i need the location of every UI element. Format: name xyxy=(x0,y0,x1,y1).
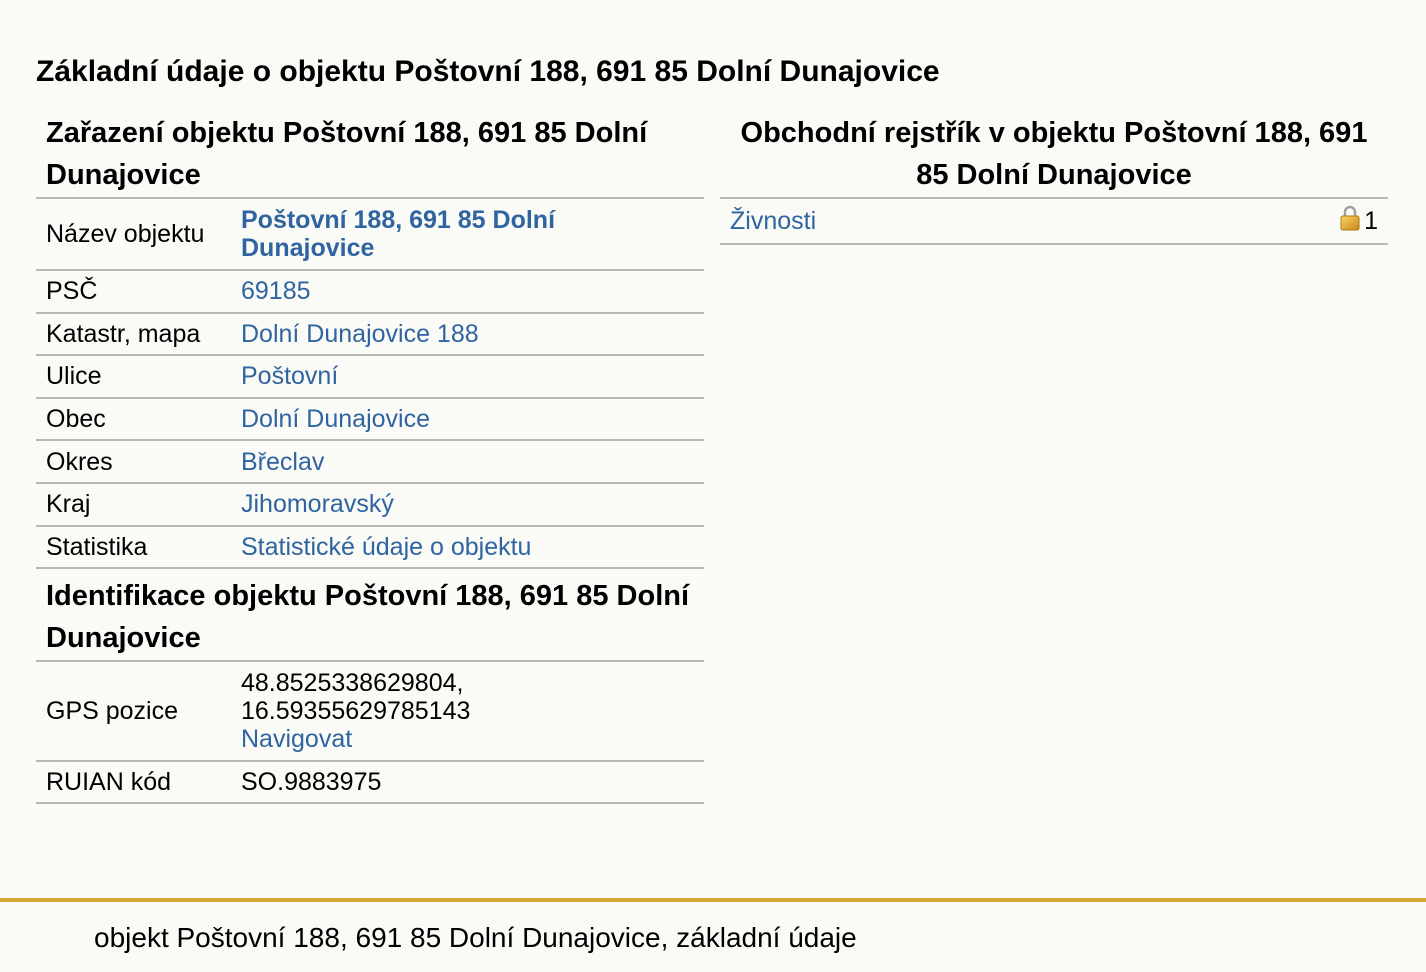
table-row: GPS pozice 48.8525338629804, 16.59355629… xyxy=(36,662,704,763)
left-column: Zařazení objektu Poštovní 188, 691 85 Do… xyxy=(36,112,704,805)
gps-latitude: 48.8525338629804, xyxy=(241,669,464,698)
table-row: Okres Břeclav xyxy=(36,441,704,484)
postal-code-link[interactable]: 69185 xyxy=(241,277,311,305)
footer-text: objekt Poštovní 188, 691 85 Dolní Dunajo… xyxy=(94,922,857,953)
object-name-link[interactable]: Poštovní 188, 691 85 Dolní Dunajovice xyxy=(241,206,555,262)
trade-licenses-link[interactable]: Živnosti xyxy=(730,207,816,236)
row-label: Statistika xyxy=(46,532,148,561)
street-link[interactable]: Poštovní xyxy=(241,362,338,390)
table-row: Kraj Jihomoravský xyxy=(36,484,704,527)
table-row: Ulice Poštovní xyxy=(36,356,704,399)
identification-table: GPS pozice 48.8525338629804, 16.59355629… xyxy=(36,660,704,805)
list-item: Živnosti 1 xyxy=(720,199,1388,245)
row-label: Okres xyxy=(46,447,113,476)
municipality-link[interactable]: Dolní Dunajovice xyxy=(241,405,430,433)
classification-heading: Zařazení objektu Poštovní 188, 691 85 Do… xyxy=(46,117,648,191)
gps-longitude: 16.59355629785143 xyxy=(241,697,471,726)
table-row: Obec Dolní Dunajovice xyxy=(36,399,704,442)
row-label: GPS pozice xyxy=(46,697,179,726)
row-label: Kraj xyxy=(46,490,91,519)
table-row: RUIAN kód SO.9883975 xyxy=(36,762,704,805)
table-row: Katastr, mapa Dolní Dunajovice 188 xyxy=(36,314,704,357)
classification-table: Název objektu Poštovní 188, 691 85 Dolní… xyxy=(36,197,704,570)
row-label: Název objektu xyxy=(46,220,205,248)
row-label: Obec xyxy=(46,405,106,434)
right-column: Obchodní rejstřík v objektu Poštovní 188… xyxy=(720,112,1388,245)
ruian-code: SO.9883975 xyxy=(241,768,382,797)
table-row: Název objektu Poštovní 188, 691 85 Dolní… xyxy=(36,199,704,271)
footer-divider xyxy=(0,898,1426,902)
cadastre-map-link[interactable]: Dolní Dunajovice 188 xyxy=(241,320,479,348)
row-label: Katastr, mapa xyxy=(46,319,201,348)
business-register-heading: Obchodní rejstřík v objektu Poštovní 188… xyxy=(740,117,1368,191)
row-label: PSČ xyxy=(46,277,98,306)
count-value: 1 xyxy=(1364,206,1378,235)
row-label: Ulice xyxy=(46,362,102,391)
statistics-link[interactable]: Statistické údaje o objektu xyxy=(241,533,531,561)
business-register-table: Živnosti 1 xyxy=(720,197,1388,245)
page-title: Základní údaje o objektu Poštovní 188, 6… xyxy=(36,55,940,88)
table-row: Statistika Statistické údaje o objektu xyxy=(36,527,704,570)
identification-heading: Identifikace objektu Poštovní 188, 691 8… xyxy=(46,580,690,655)
navigate-link[interactable]: Navigovat xyxy=(241,725,352,753)
row-label: RUIAN kód xyxy=(46,768,172,797)
district-link[interactable]: Břeclav xyxy=(241,448,324,476)
region-link[interactable]: Jihomoravský xyxy=(241,490,394,518)
lock-icon xyxy=(1340,205,1360,238)
table-row: PSČ 69185 xyxy=(36,271,704,314)
trade-licenses-count: 1 xyxy=(1340,205,1378,238)
